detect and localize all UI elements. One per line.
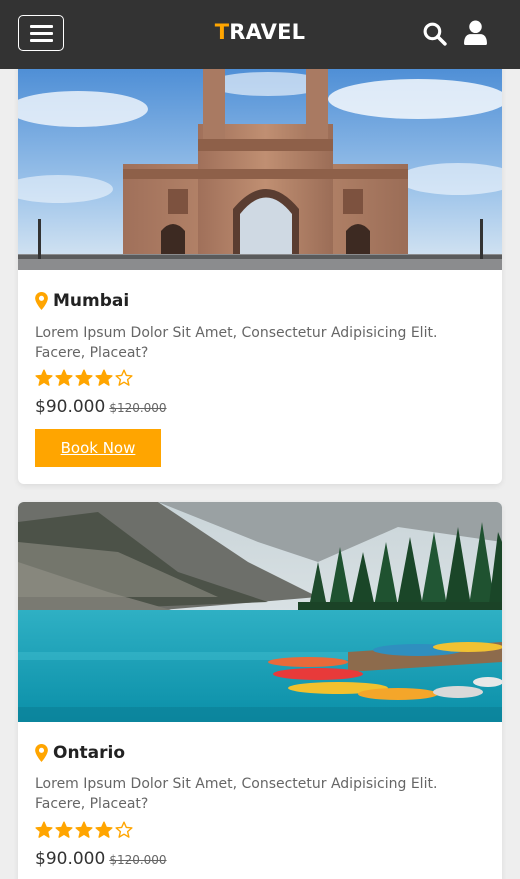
star-outline-icon: [115, 369, 133, 386]
destination-title: Mumbai: [35, 291, 129, 311]
star-filled-icon: [35, 821, 53, 838]
logo-accent-letter: T: [214, 20, 230, 44]
destination-card: Mumbai Lorem Ipsum Dolor Sit Amet, Conse…: [18, 40, 502, 484]
logo-text: RAVEL: [229, 20, 306, 44]
user-icon[interactable]: [464, 20, 487, 45]
star-filled-icon: [35, 369, 53, 386]
star-filled-icon: [55, 369, 73, 386]
current-price: $90.000: [35, 849, 106, 869]
old-price: $120.000: [109, 853, 167, 867]
destination-description: Lorem Ipsum Dolor Sit Amet, Consectetur …: [35, 325, 438, 361]
destination-description: Lorem Ipsum Dolor Sit Amet, Consectetur …: [35, 776, 438, 812]
ontario-lake-image[interactable]: [18, 502, 502, 722]
city-name: Mumbai: [53, 291, 130, 311]
city-name: Ontario: [53, 743, 126, 763]
search-icon[interactable]: [422, 21, 447, 46]
old-price: $120.000: [109, 401, 167, 415]
star-filled-icon: [75, 821, 93, 838]
star-filled-icon: [95, 369, 113, 386]
star-outline-icon: [115, 821, 133, 838]
rating-stars: [35, 369, 133, 387]
destination-title: Ontario: [35, 743, 125, 763]
top-navbar: TRAVEL: [0, 0, 520, 69]
current-price: $90.000: [35, 397, 106, 417]
price: $90.000 $120.000: [35, 397, 167, 417]
map-pin-icon: [35, 292, 48, 310]
rating-stars: [35, 821, 133, 839]
star-filled-icon: [75, 369, 93, 386]
price: $90.000 $120.000: [35, 849, 167, 869]
star-filled-icon: [55, 821, 73, 838]
map-pin-icon: [35, 744, 48, 762]
book-now-button[interactable]: Book Now: [35, 429, 161, 467]
destination-card: Ontario Lorem Ipsum Dolor Sit Amet, Cons…: [18, 502, 502, 879]
star-filled-icon: [95, 821, 113, 838]
mumbai-gateway-image[interactable]: [18, 69, 502, 270]
